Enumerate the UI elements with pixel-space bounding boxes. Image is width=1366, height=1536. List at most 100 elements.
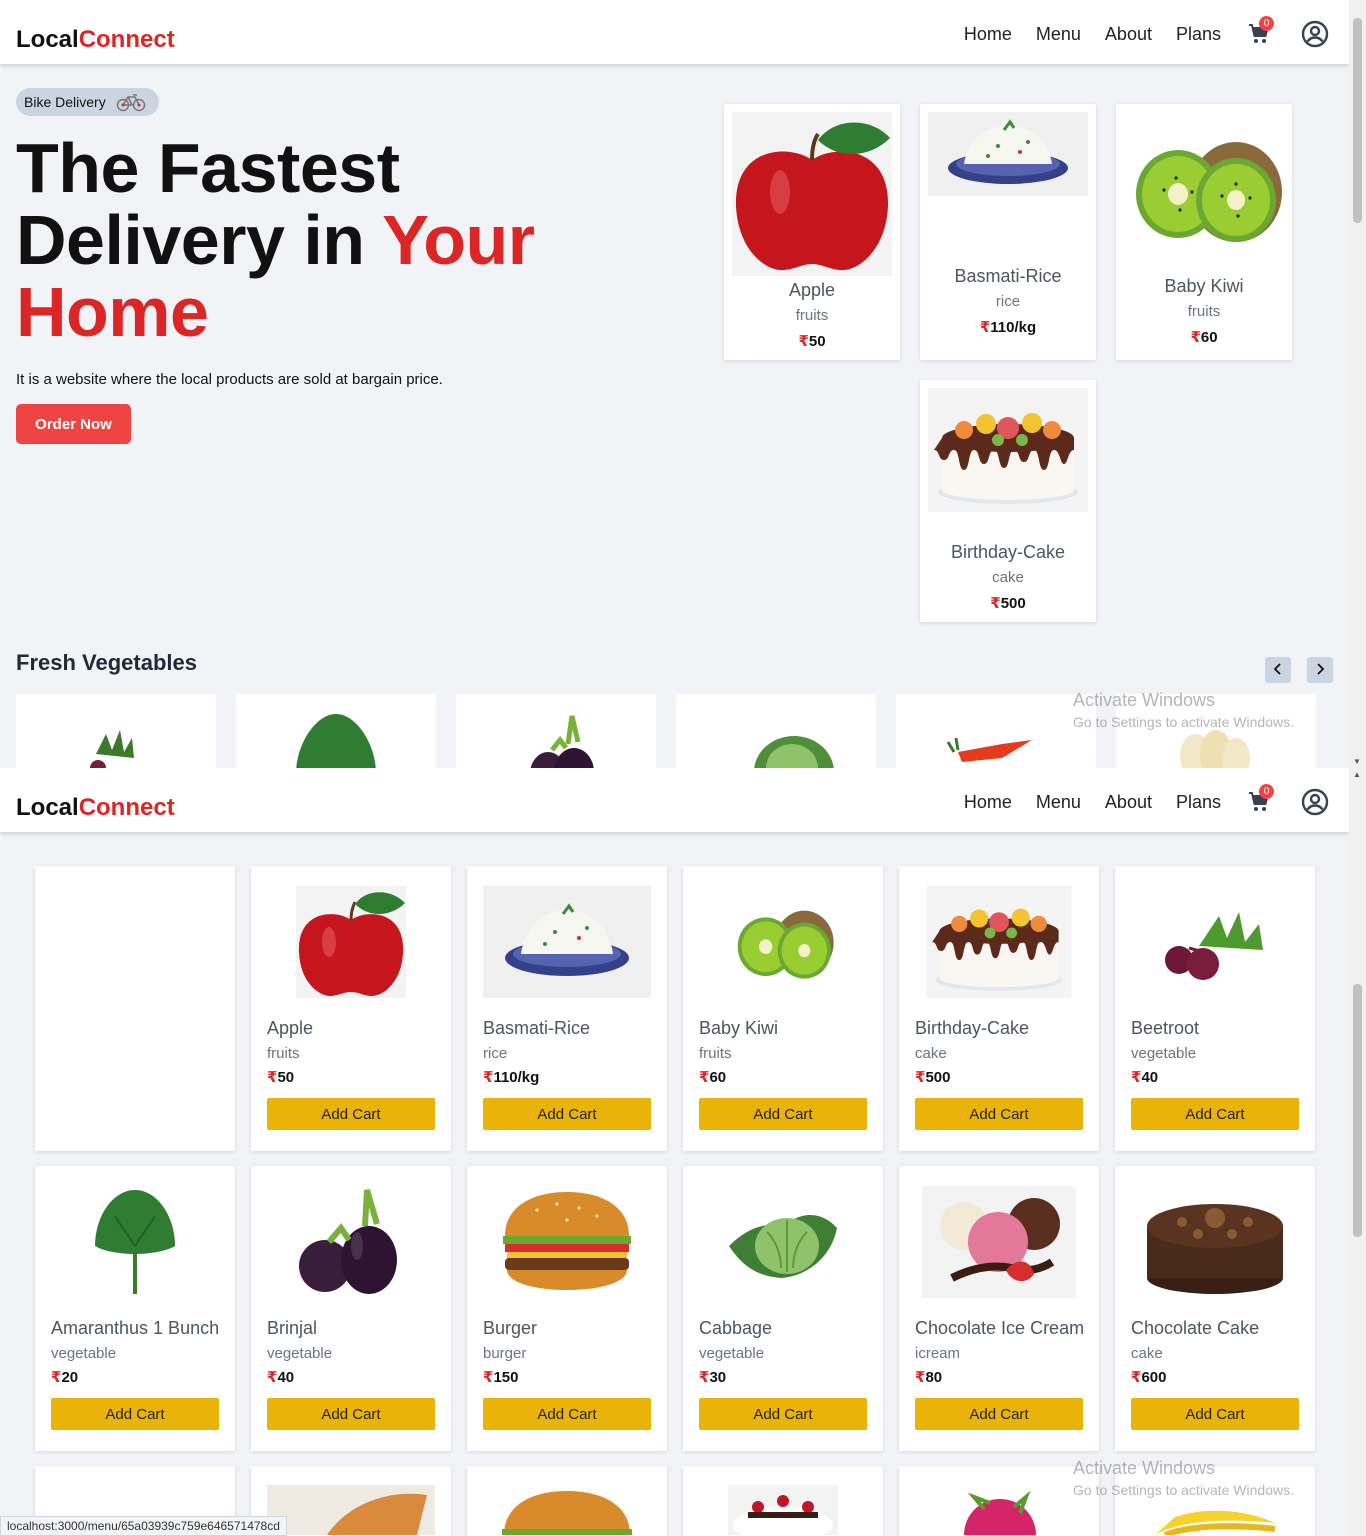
- bottom-scrollbar-thumb[interactable]: [1353, 984, 1362, 1237]
- menu-card-partial[interactable]: [467, 1466, 667, 1536]
- hero-title-line1: The Fastest: [16, 129, 400, 207]
- dosa-image: [267, 1484, 435, 1536]
- brand-logo[interactable]: LocalConnect: [16, 794, 175, 822]
- menu-card-baby-kiwi[interactable]: Baby Kiwi fruits ₹60 Add Cart: [683, 866, 883, 1151]
- menu-card-burger[interactable]: Burger burger ₹150 Add Cart: [467, 1166, 667, 1451]
- currency-symbol: ₹: [990, 595, 1001, 612]
- nav-home-link[interactable]: Home: [964, 792, 1012, 813]
- order-now-button[interactable]: Order Now: [16, 404, 131, 444]
- cart-button[interactable]: 0: [1247, 784, 1274, 814]
- top-scrollbar[interactable]: ▼: [1349, 0, 1366, 768]
- product-category: cake: [1131, 1345, 1163, 1362]
- featured-price: ₹60: [1116, 328, 1292, 346]
- nav-plans-link[interactable]: Plans: [1176, 24, 1221, 45]
- brinjal-image: [267, 1186, 435, 1298]
- brand-logo[interactable]: LocalConnect: [16, 26, 175, 54]
- featured-price: ₹110/kg: [920, 318, 1096, 336]
- beetroot-thumbnail: [90, 730, 134, 768]
- featured-price-value: 50: [808, 333, 826, 350]
- menu-card-cabbage[interactable]: Cabbage vegetable ₹30 Add Cart: [683, 1166, 883, 1451]
- menu-card-partial[interactable]: [683, 1466, 883, 1536]
- header-navbar: LocalConnect Home Menu About Plans 0: [0, 0, 1349, 64]
- nav-menu-link[interactable]: Menu: [1036, 792, 1081, 813]
- product-name: Brinjal: [267, 1318, 318, 1338]
- apple-image: [732, 112, 892, 276]
- brand-part-local: Local: [16, 26, 79, 53]
- featured-category: fruits: [1187, 303, 1221, 320]
- vegetable-slider-card[interactable]: [676, 694, 876, 768]
- featured-card-apple[interactable]: Apple fruits ₹50: [724, 104, 900, 360]
- product-category: vegetable: [1131, 1045, 1197, 1062]
- add-to-cart-button[interactable]: Add Cart: [699, 1398, 867, 1430]
- greens-image: [51, 1186, 219, 1298]
- top-scrollbar-thumb[interactable]: [1353, 18, 1362, 223]
- bike-delivery-label: Bike Delivery: [24, 94, 106, 110]
- featured-card-basmati-rice[interactable]: Basmati-Rice rice ₹110/kg: [920, 104, 1096, 360]
- product-price-value: 50: [277, 1069, 295, 1086]
- nav-about-link[interactable]: About: [1105, 792, 1152, 813]
- menu-card-chocolate-cake[interactable]: Chocolate Cake cake ₹600 Add Cart: [1115, 1166, 1315, 1451]
- menu-card-partial[interactable]: [899, 1466, 1099, 1536]
- vegetable-slider-card[interactable]: [896, 694, 1096, 768]
- product-name: Basmati-Rice: [483, 1018, 591, 1038]
- scroll-up-arrow-icon[interactable]: ▲: [1353, 770, 1361, 779]
- add-to-cart-button[interactable]: Add Cart: [699, 1098, 867, 1130]
- featured-price-value: 500: [1000, 595, 1026, 612]
- product-name: Cabbage: [699, 1318, 773, 1338]
- add-to-cart-button[interactable]: Add Cart: [1131, 1398, 1299, 1430]
- add-to-cart-button[interactable]: Add Cart: [483, 1098, 651, 1130]
- slider-next-button[interactable]: [1307, 657, 1333, 683]
- nav-plans-link[interactable]: Plans: [1176, 792, 1221, 813]
- featured-card-birthday-cake[interactable]: Birthday-Cake cake ₹500: [920, 380, 1096, 622]
- cart-button[interactable]: 0: [1247, 16, 1274, 46]
- nav-home-link[interactable]: Home: [964, 24, 1012, 45]
- featured-card-baby-kiwi[interactable]: Baby Kiwi fruits ₹60: [1116, 104, 1292, 360]
- product-category: vegetable: [51, 1345, 117, 1362]
- product-price: ₹20: [51, 1368, 78, 1386]
- menu-card-basmati-rice[interactable]: Basmati-Rice rice ₹110/kg Add Cart: [467, 866, 667, 1151]
- rice-image: [928, 112, 1088, 196]
- hero-title: The Fastest Delivery in Your Home: [16, 132, 535, 348]
- currency-symbol: ₹: [915, 1369, 926, 1386]
- nav-menu-link[interactable]: Menu: [1036, 24, 1081, 45]
- user-account-icon[interactable]: [1301, 20, 1329, 48]
- add-to-cart-button[interactable]: Add Cart: [915, 1398, 1083, 1430]
- featured-name: Birthday-Cake: [950, 542, 1066, 562]
- add-to-cart-button[interactable]: Add Cart: [51, 1398, 219, 1430]
- featured-price-value: 110/kg: [990, 319, 1037, 336]
- greens-thumbnail: [296, 714, 376, 768]
- home-page-view: LocalConnect Home Menu About Plans 0 Bik…: [0, 0, 1349, 768]
- featured-category: rice: [995, 293, 1021, 310]
- product-name: Chocolate Ice Cream: [915, 1318, 1085, 1338]
- watermark-subtitle: Go to Settings to activate Windows.: [1073, 1482, 1294, 1498]
- vegetable-slider-card[interactable]: [456, 694, 656, 768]
- beetroot-image: [1131, 886, 1299, 998]
- user-account-icon[interactable]: [1301, 788, 1329, 816]
- scroll-down-arrow-icon[interactable]: ▼: [1353, 757, 1361, 766]
- bottom-scrollbar[interactable]: ▲: [1349, 768, 1366, 1536]
- vegetable-slider-card[interactable]: [236, 694, 436, 768]
- menu-card-brinjal[interactable]: Brinjal vegetable ₹40 Add Cart: [251, 1166, 451, 1451]
- vegetable-slider-card[interactable]: [16, 694, 216, 768]
- add-to-cart-button[interactable]: Add Cart: [483, 1398, 651, 1430]
- add-to-cart-button[interactable]: Add Cart: [267, 1398, 435, 1430]
- add-to-cart-button[interactable]: Add Cart: [915, 1098, 1083, 1130]
- add-to-cart-button[interactable]: Add Cart: [1131, 1098, 1299, 1130]
- fresh-vegetables-heading: Fresh Vegetables: [16, 650, 197, 675]
- menu-card-chocolate-ice-cream[interactable]: Chocolate Ice Cream icream ₹80 Add Cart: [899, 1166, 1099, 1451]
- menu-card-birthday-cake[interactable]: Birthday-Cake cake ₹500 Add Cart: [899, 866, 1099, 1151]
- menu-card-amaranthus-1-bunch[interactable]: Amaranthus 1 Bunch vegetable ₹20 Add Car…: [35, 1166, 235, 1451]
- menu-card-apple[interactable]: Apple fruits ₹50 Add Cart: [251, 866, 451, 1151]
- kiwi-image: [699, 886, 867, 998]
- bicycle-icon: [116, 94, 145, 112]
- add-to-cart-button[interactable]: Add Cart: [267, 1098, 435, 1130]
- product-name: Birthday-Cake: [915, 1018, 1030, 1038]
- watermark-subtitle: Go to Settings to activate Windows.: [1073, 714, 1294, 730]
- product-price: ₹30: [699, 1368, 726, 1386]
- product-price-value: 600: [1141, 1369, 1167, 1386]
- nav-about-link[interactable]: About: [1105, 24, 1152, 45]
- slider-prev-button[interactable]: [1265, 657, 1291, 683]
- menu-card-beetroot[interactable]: Beetroot vegetable ₹40 Add Cart: [1115, 866, 1315, 1151]
- bike-delivery-badge: Bike Delivery: [16, 88, 159, 116]
- product-price-value: 500: [925, 1069, 951, 1086]
